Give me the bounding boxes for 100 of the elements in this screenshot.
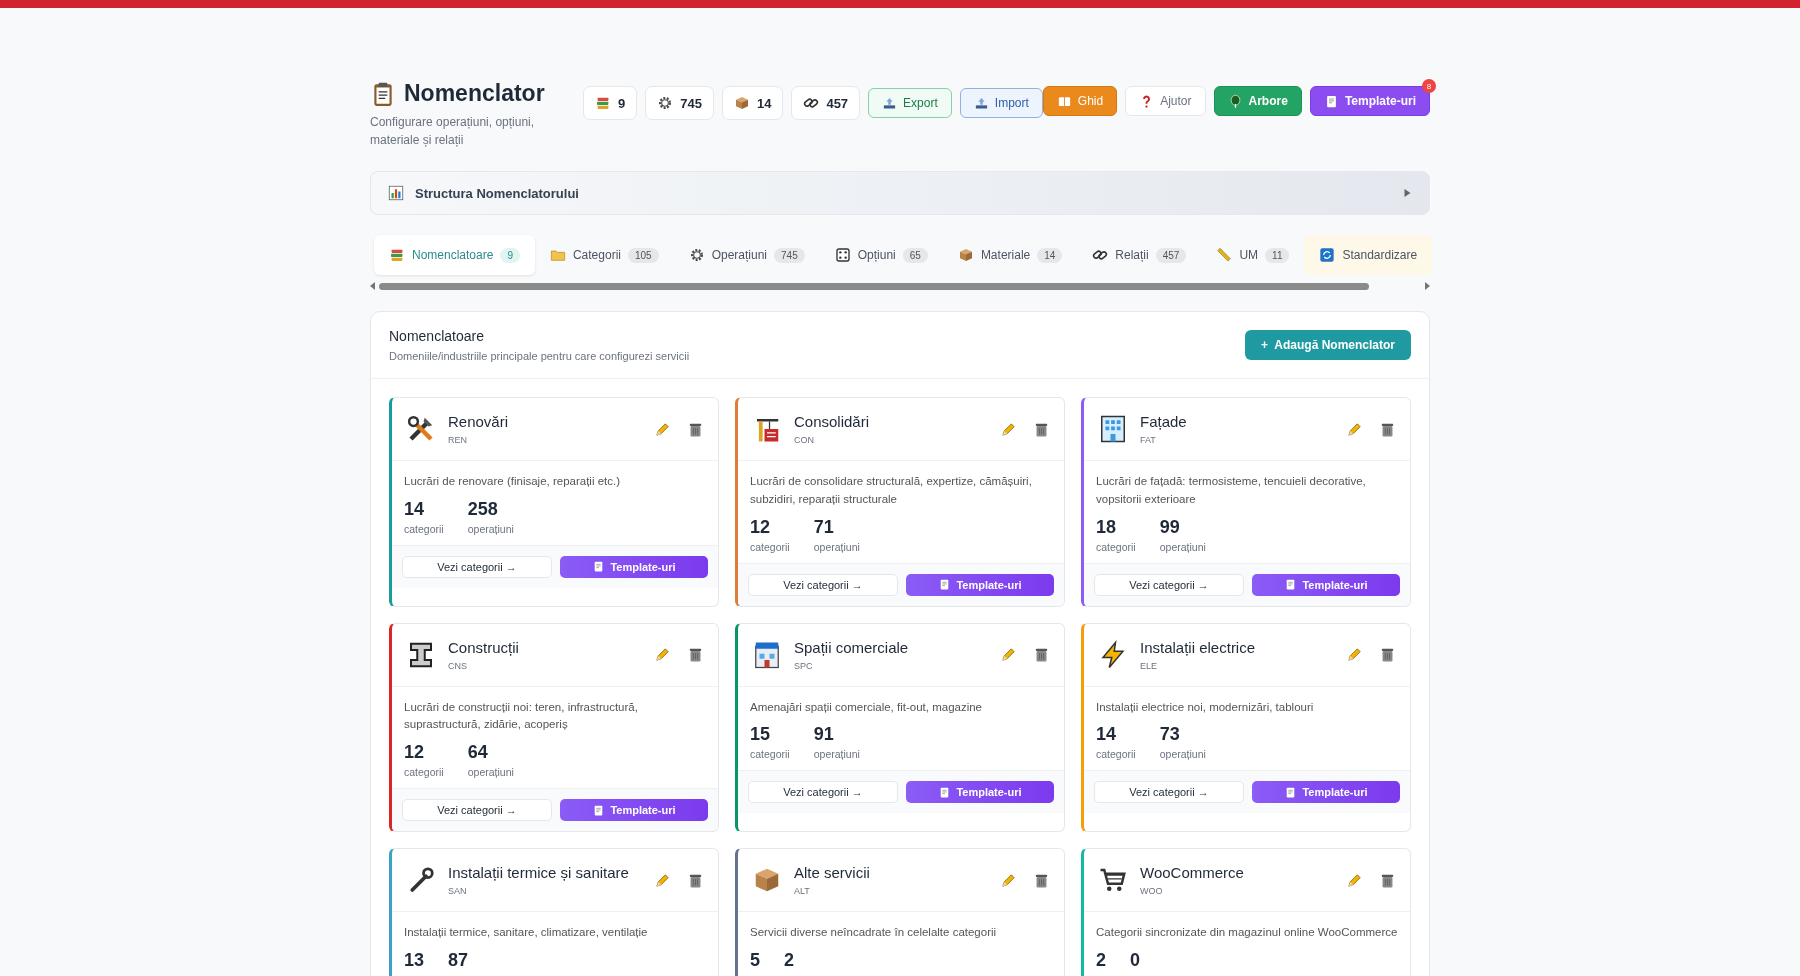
category-count: 14 [404, 498, 426, 520]
count-badge: 11 [1265, 247, 1290, 263]
trash-icon [1033, 646, 1050, 664]
pencil-icon [1346, 646, 1363, 664]
page-title: Nomenclator [404, 80, 545, 107]
tab[interactable]: Operațiuni 745 [673, 235, 820, 275]
templates-button[interactable]: Template-uri [906, 573, 1054, 596]
count-label: operațiuni [467, 766, 514, 779]
count-label: operațiuni [467, 522, 514, 535]
count-badge: 9 [500, 247, 520, 263]
view-categories-button[interactable]: Vezi categorii → [748, 573, 898, 596]
view-categories-button[interactable]: Vezi categorii → [1094, 573, 1244, 596]
card-description: Amenajări spații comerciale, fit-out, magazine [750, 699, 984, 715]
card-description: Instalații termice, sanitare, climatizare, ventilație [404, 925, 649, 941]
view-categories-button[interactable]: Vezi categorii → [748, 781, 898, 804]
tab[interactable]: Categorii 105 [534, 235, 674, 275]
card-title: Alte servicii [794, 864, 871, 882]
upload-icon [882, 95, 898, 111]
view-categories-button[interactable]: Vezi categorii → [402, 555, 552, 578]
view-categories-button[interactable]: Vezi categorii → [402, 799, 552, 822]
count-label: categorii [750, 540, 790, 553]
count-badge: 65 [902, 247, 928, 263]
templates-button[interactable]: Template-uri [560, 799, 708, 822]
count-label: categorii [750, 748, 790, 761]
pencil-icon [1346, 420, 1363, 438]
box-icon [733, 95, 750, 111]
operation-count: 91 [813, 724, 835, 746]
templates-button[interactable]: Template-uri [560, 555, 708, 578]
gear-icon [688, 247, 705, 263]
chain-icon [1092, 247, 1109, 263]
pencil-icon [1000, 646, 1017, 664]
tab[interactable]: Opțiuni 65 [819, 235, 943, 275]
count-label: categorii [404, 766, 444, 779]
tab[interactable]: UM 11 [1201, 235, 1305, 275]
category-count: 12 [750, 516, 772, 538]
card-description: Lucrări de consolidare structurală, expertize, cămășuiri, subzidiri, reparații structurale [750, 474, 1033, 507]
operation-count: 87 [448, 950, 469, 972]
category-count: 15 [750, 724, 772, 746]
card-code: SPC [794, 660, 814, 671]
books-icon [595, 95, 611, 111]
panel-title: Structura Nomenclatorului [415, 185, 580, 201]
tab[interactable]: Standardizare [1304, 235, 1433, 275]
category-count: 14 [1096, 724, 1118, 746]
count-label: categorii [1096, 540, 1136, 553]
tab[interactable]: Relații 457 [1077, 235, 1202, 275]
scroll-right-icon[interactable] [1425, 282, 1430, 290]
trash-icon [1379, 646, 1396, 664]
gear-icon [657, 95, 674, 111]
count-label: operațiuni [1159, 748, 1206, 761]
category-count: 12 [404, 742, 426, 764]
card-description: Servicii diverse neîncadrate în celelalte categorii [750, 925, 998, 941]
count-label: operațiuni [813, 748, 860, 761]
import-button[interactable]: Import [959, 88, 1043, 118]
building-icon [1098, 414, 1128, 444]
stat-chip: 745 [645, 86, 714, 120]
card-description: Lucrări de renovare (finisaje, reparații etc.) [404, 474, 622, 489]
pencil-icon [654, 871, 671, 889]
help-button[interactable]: Ajutor [1125, 86, 1206, 116]
card-title: Spații comerciale [794, 638, 910, 656]
scrollbar-thumb[interactable] [379, 282, 1369, 290]
operation-count: 64 [467, 742, 489, 764]
card-description: Lucrări de fațadă: termosisteme, tencuieli decorative, vopsitorii exterioare [1096, 474, 1367, 507]
category-count: 18 [1096, 516, 1118, 538]
count-label: categorii [1096, 748, 1136, 761]
card-title: Instalații electrice [1140, 638, 1257, 656]
structure-panel[interactable]: Structura Nomenclatorului [370, 171, 1430, 215]
stat-chip: 457 [791, 86, 861, 120]
books-icon [389, 247, 405, 263]
card-title: Instalații termice și sanitare [448, 864, 630, 882]
card-code: CNS [448, 660, 468, 671]
view-categories-button[interactable]: Vezi categorii → [1094, 781, 1244, 804]
export-button[interactable]: Export [868, 88, 952, 118]
count-label: operațiuni [813, 540, 860, 553]
category-count: 2 [1096, 950, 1106, 972]
pencil-icon [654, 420, 671, 438]
card-code: ALT [794, 886, 811, 897]
card-title: Renovări [448, 413, 510, 430]
tab[interactable]: Nomenclatoare 9 [374, 235, 535, 275]
pencil-icon [1000, 871, 1017, 889]
scroll-left-icon[interactable] [370, 282, 375, 290]
category-count: 13 [404, 950, 425, 972]
count-badge: 105 [627, 247, 659, 263]
section-subtitle: Domeniile/industriile principale pentru care configurezi servicii [389, 350, 690, 362]
count-label: categorii [404, 522, 444, 535]
templates-button[interactable]: Template-uri [1252, 573, 1400, 596]
dice-icon [834, 247, 851, 263]
operation-count: 99 [1159, 516, 1181, 538]
page-subtitle: Configurare operațiuni, opțiuni, materiale și relații [370, 114, 536, 149]
pencil-icon [654, 646, 671, 664]
card-code: FAT [1140, 435, 1157, 445]
templates-button[interactable]: Template-uri [1252, 781, 1400, 804]
refresh-icon [1319, 247, 1336, 263]
tab[interactable]: Materiale 14 [942, 235, 1078, 275]
operation-count: 2 [784, 950, 795, 972]
card-code: REN [448, 435, 468, 445]
count-badge: 14 [1037, 247, 1063, 263]
card-title: Consolidări [794, 413, 871, 430]
card-description: Categorii sincronizate din magazinul online WooCommerce [1096, 925, 1398, 941]
templates-button[interactable]: Template-uri [906, 781, 1054, 804]
count-label: operațiuni [1159, 540, 1206, 553]
